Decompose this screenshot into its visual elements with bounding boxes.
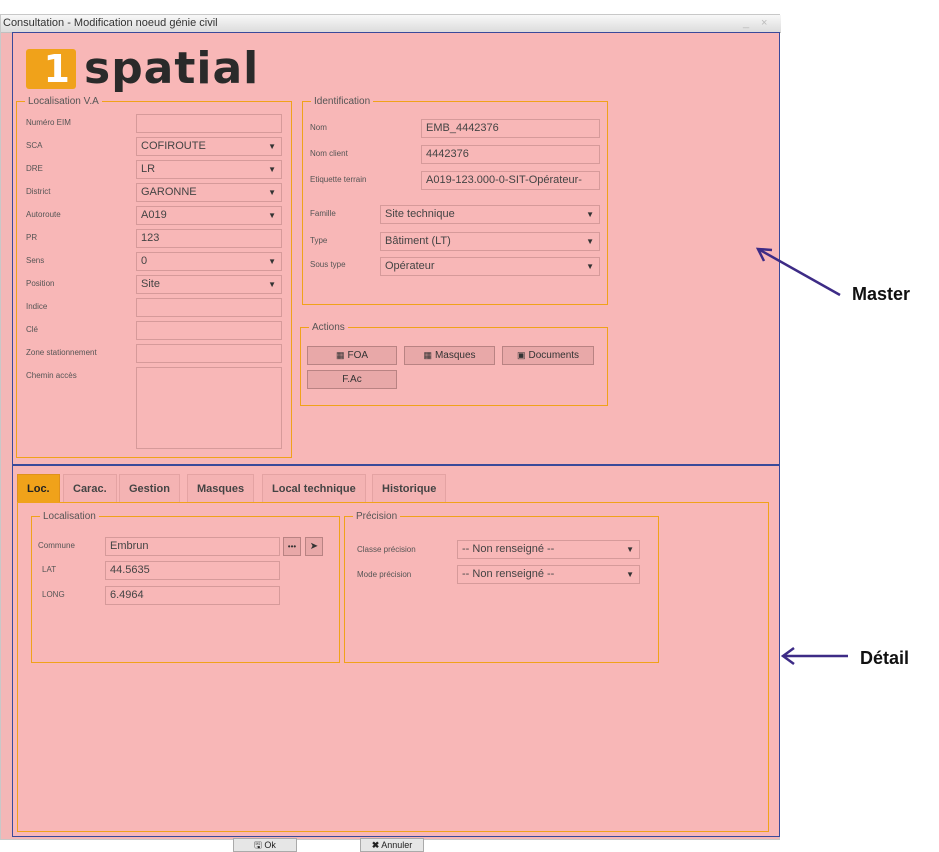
commune-input[interactable]: Embrun: [105, 537, 280, 556]
localisation-va-legend: Localisation V.A: [28, 96, 99, 107]
classe-precision-label: Classe précision: [357, 545, 416, 554]
mode-precision-label: Mode précision: [357, 570, 412, 579]
autoroute-label: Autoroute: [26, 210, 61, 219]
chemin-acces-label: Chemin accès: [26, 371, 77, 380]
nom-client-input[interactable]: 4442376: [421, 145, 600, 164]
sca-label: SCA: [26, 141, 43, 150]
famille-select[interactable]: Site technique: [380, 205, 600, 224]
sous-type-label: Sous type: [310, 260, 346, 269]
detail-annotation: Détail: [860, 648, 910, 668]
cle-input[interactable]: [136, 321, 282, 340]
precision-legend: Précision: [356, 511, 398, 522]
fac-button[interactable]: F.Ac: [307, 370, 397, 389]
mode-precision-select[interactable]: -- Non renseigné --: [457, 565, 640, 584]
long-label: LONG: [42, 590, 65, 599]
nom-input[interactable]: EMB_4442376: [421, 119, 600, 138]
tab-gestion[interactable]: Gestion: [119, 474, 180, 502]
position-label: Position: [26, 279, 55, 288]
tab-historique[interactable]: Historique: [372, 474, 447, 502]
classe-precision-select[interactable]: -- Non renseigné --: [457, 540, 640, 559]
document-icon: ▣: [516, 350, 526, 360]
pr-input[interactable]: 123: [136, 229, 282, 248]
localisation-legend: Localisation: [43, 511, 96, 522]
dre-label: DRE: [26, 164, 43, 173]
logo-wordmark: spatial: [84, 43, 260, 94]
cle-label: Clé: [26, 325, 39, 334]
long-input[interactable]: 6.4964: [105, 586, 280, 605]
actions-legend: Actions: [312, 322, 345, 333]
logo-mark: 1: [26, 47, 76, 91]
more-button[interactable]: •••: [283, 537, 301, 556]
tab-carac[interactable]: Carac.: [63, 474, 117, 502]
etiquette-input[interactable]: A019-123.000-0-SIT-Opérateur-: [421, 171, 600, 190]
ellipsis-icon: •••: [287, 542, 297, 551]
nom-label: Nom: [310, 123, 327, 132]
grid-icon: ▦: [335, 350, 345, 360]
foa-button[interactable]: ▦ FOA: [307, 346, 397, 365]
sens-select[interactable]: 0: [136, 252, 282, 271]
sca-select[interactable]: COFIROUTE: [136, 137, 282, 156]
select-on-map-button[interactable]: ➤: [305, 537, 323, 556]
close-button[interactable]: ×: [761, 17, 767, 29]
indice-input[interactable]: [136, 298, 282, 317]
window-title: Consultation - Modification noeud génie …: [3, 17, 218, 29]
documents-button[interactable]: ▣ Documents: [502, 346, 594, 365]
district-select[interactable]: GARONNE: [136, 183, 282, 202]
tab-masques[interactable]: Masques: [187, 474, 255, 502]
pr-label: PR: [26, 233, 38, 242]
commune-label: Commune: [38, 541, 75, 550]
lat-input[interactable]: 44.5635: [105, 561, 280, 580]
sous-type-select[interactable]: Opérateur: [380, 257, 600, 276]
precision-group: Précision: [344, 511, 659, 663]
minimize-button[interactable]: _: [743, 17, 749, 29]
numero-eim-input[interactable]: [136, 114, 282, 133]
dre-select[interactable]: LR: [136, 160, 282, 179]
masques-button[interactable]: ▦ Masques: [404, 346, 495, 365]
master-annotation: Master: [852, 284, 911, 304]
master-arrow: [755, 247, 841, 297]
nom-client-label: Nom client: [310, 149, 348, 158]
tab-loc[interactable]: Loc.: [17, 474, 60, 502]
lat-label: LAT: [42, 565, 57, 574]
famille-label: Famille: [310, 209, 336, 218]
table-icon: ▦: [423, 350, 432, 360]
cancel-icon: ✖: [371, 840, 380, 850]
type-label: Type: [310, 236, 328, 245]
identification-legend: Identification: [314, 96, 371, 107]
etiquette-label: Etiquette terrain: [310, 175, 367, 184]
zone-stationnement-label: Zone stationnement: [26, 348, 97, 357]
sens-label: Sens: [26, 256, 45, 265]
save-icon: 🖫: [254, 840, 262, 850]
autoroute-select[interactable]: A019: [136, 206, 282, 225]
title-bar[interactable]: Consultation - Modification noeud génie …: [1, 15, 781, 33]
zone-stationnement-input[interactable]: [136, 344, 282, 363]
detail-arrow: [780, 646, 848, 666]
position-select[interactable]: Site: [136, 275, 282, 294]
indice-label: Indice: [26, 302, 48, 311]
chemin-acces-input[interactable]: [136, 367, 282, 449]
pointer-icon: ➤: [309, 541, 319, 552]
numero-eim-label: Numéro EIM: [26, 118, 71, 127]
tab-local-technique[interactable]: Local technique: [262, 474, 366, 502]
district-label: District: [26, 187, 51, 196]
type-select[interactable]: Bâtiment (LT): [380, 232, 600, 251]
